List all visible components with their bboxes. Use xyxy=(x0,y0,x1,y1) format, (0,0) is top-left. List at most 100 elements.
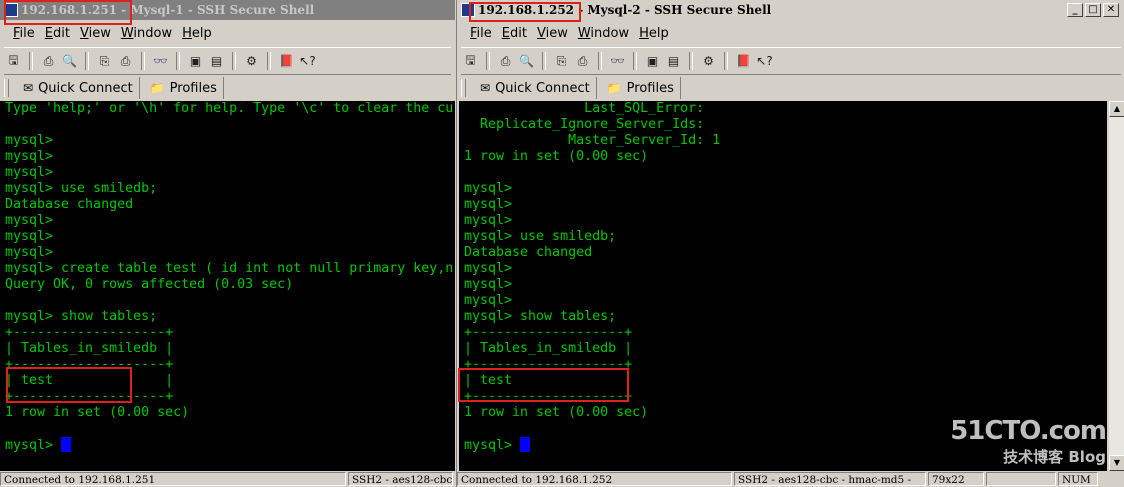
quick-connect-button[interactable]: ✉ Quick Connect xyxy=(17,77,140,99)
minimize-button[interactable]: _ xyxy=(1067,3,1083,17)
new-file-transfer-icon[interactable]: ▤ xyxy=(207,52,226,71)
terminal-cursor xyxy=(520,437,531,452)
paste-icon[interactable]: ⎙ xyxy=(573,52,592,71)
toolbar-separator xyxy=(542,52,546,70)
context-help-icon[interactable]: ↖? xyxy=(298,52,317,71)
settings-icon[interactable]: ⚙ xyxy=(699,52,718,71)
new-file-transfer-icon[interactable]: ▤ xyxy=(664,52,683,71)
status-terminal-size: 79x22 xyxy=(928,472,984,486)
terminal-line: | Tables_in_smiledb | xyxy=(464,341,633,356)
find-icon[interactable]: 👓 xyxy=(151,52,170,71)
menu-edit[interactable]: Edit xyxy=(40,26,75,41)
quick-connect-icon: ✉ xyxy=(23,81,34,95)
terminal-line: mysql> xyxy=(5,133,54,148)
menu-window[interactable]: Window xyxy=(573,26,634,41)
highlight-box-host-1 xyxy=(4,0,132,25)
terminal-line: mysql> use smiledb; xyxy=(5,181,158,196)
scroll-down-arrow-icon[interactable]: ▼ xyxy=(1109,455,1124,471)
terminal-line: mysql> xyxy=(464,181,513,196)
terminal-line: Master_Server_Id: 1 xyxy=(464,133,721,148)
terminal-line: mysql> xyxy=(5,229,54,244)
quick-connect-icon: ✉ xyxy=(480,81,491,95)
settings-icon[interactable]: ⚙ xyxy=(242,52,261,71)
menu-file[interactable]: File xyxy=(8,26,40,41)
close-button[interactable]: ✕ xyxy=(1103,3,1119,17)
find-icon[interactable]: 👓 xyxy=(608,52,627,71)
context-help-icon[interactable]: ↖? xyxy=(755,52,774,71)
menu-edit[interactable]: Edit xyxy=(497,26,532,41)
print-icon[interactable]: ⎙ xyxy=(496,52,515,71)
terminal-line: 1 row in set (0.00 sec) xyxy=(5,405,190,420)
site-watermark-logo: 51CTO.com 技术博客 Blog xyxy=(950,416,1107,466)
menu-bar: File Edit View Window Help xyxy=(457,22,1124,44)
toolbar-separator xyxy=(724,52,728,70)
terminal-line: Last_SQL_Error: xyxy=(464,101,705,116)
status-cipher: SSH2 - aes128-cbc - hmac-md5 - xyxy=(734,472,926,486)
terminal-cursor xyxy=(61,437,72,452)
toolbar-separator xyxy=(232,52,236,70)
quick-connect-bar: ✉ Quick Connect 📁 Profiles xyxy=(4,76,451,100)
highlight-box-test-2 xyxy=(458,368,629,402)
terminal-line: Type 'help;' or '\h' for help. Type '\c'… xyxy=(5,101,454,116)
print-preview-icon[interactable]: 🔍 xyxy=(60,52,79,71)
help-book-icon[interactable]: 📕 xyxy=(734,52,753,71)
copy-icon[interactable]: ⎘ xyxy=(552,52,571,71)
copy-icon[interactable]: ⎘ xyxy=(95,52,114,71)
status-numlock: NUM xyxy=(1058,472,1098,486)
folder-icon: 📁 xyxy=(606,81,622,95)
toolbar-separator xyxy=(486,52,490,70)
ssh-window-mysql-2: 192.168.1.252 - Mysql-2 - SSH Secure She… xyxy=(456,0,1124,487)
quick-connect-button[interactable]: ✉ Quick Connect xyxy=(474,77,597,99)
save-icon[interactable]: 🖫 xyxy=(4,52,23,71)
terminal-line: mysql> xyxy=(464,197,513,212)
terminal-area[interactable]: Type 'help;' or '\h' for help. Type '\c'… xyxy=(0,101,455,471)
print-preview-icon[interactable]: 🔍 xyxy=(517,52,536,71)
vertical-scrollbar[interactable]: ▲ ▼ xyxy=(1109,101,1124,471)
toolbar-separator xyxy=(267,52,271,70)
profiles-button[interactable]: 📁 Profiles xyxy=(601,77,681,99)
paste-icon[interactable]: ⎙ xyxy=(116,52,135,71)
quick-connect-bar: ✉ Quick Connect 📁 Profiles xyxy=(461,76,1121,100)
new-terminal-icon[interactable]: ▣ xyxy=(186,52,205,71)
folder-icon: 📁 xyxy=(149,81,165,95)
highlight-box-test-1 xyxy=(6,367,132,403)
status-caps xyxy=(986,472,1056,486)
terminal-line: mysql> xyxy=(5,213,54,228)
terminal-line: mysql> xyxy=(464,293,513,308)
help-book-icon[interactable]: 📕 xyxy=(277,52,296,71)
terminal-line: mysql> xyxy=(464,213,513,228)
toolbar-separator xyxy=(689,52,693,70)
terminal-line: mysql> use smiledb; xyxy=(464,229,617,244)
terminal-line: +-------------------+ xyxy=(5,325,174,340)
maximize-button[interactable]: □ xyxy=(1085,3,1101,17)
menu-help[interactable]: Help xyxy=(634,26,674,41)
toolbar-separator xyxy=(176,52,180,70)
scroll-up-arrow-icon[interactable]: ▲ xyxy=(1109,101,1124,117)
menu-window[interactable]: Window xyxy=(116,26,177,41)
terminal-line: mysql> show tables; xyxy=(5,309,158,324)
status-cipher: SSH2 - aes128-cbc xyxy=(348,472,453,486)
menu-view[interactable]: View xyxy=(532,26,573,41)
menu-view[interactable]: View xyxy=(75,26,116,41)
menu-file[interactable]: File xyxy=(465,26,497,41)
toolbar-separator xyxy=(633,52,637,70)
terminal-line: 1 row in set (0.00 sec) xyxy=(464,149,649,164)
print-icon[interactable]: ⎙ xyxy=(39,52,58,71)
status-bar: Connected to 192.168.1.251 SSH2 - aes128… xyxy=(0,471,455,487)
terminal-line: +-------------------+ xyxy=(464,325,633,340)
terminal-line: mysql> xyxy=(5,245,54,260)
terminal-line: Database changed xyxy=(5,197,134,212)
save-icon[interactable]: 🖫 xyxy=(461,52,480,71)
toolbar-grip[interactable] xyxy=(4,79,9,97)
new-terminal-icon[interactable]: ▣ xyxy=(643,52,662,71)
toolbar: 🖫 ⎙ 🔍 ⎘ ⎙ 👓 ▣ ▤ ⚙ 📕 ↖? xyxy=(4,47,451,75)
profiles-button[interactable]: 📁 Profiles xyxy=(144,77,224,99)
toolbar-separator xyxy=(85,52,89,70)
menu-help[interactable]: Help xyxy=(177,26,217,41)
terminal-line: | Tables_in_smiledb | xyxy=(5,341,174,356)
toolbar-grip[interactable] xyxy=(461,79,466,97)
terminal-line: Database changed xyxy=(464,245,593,260)
